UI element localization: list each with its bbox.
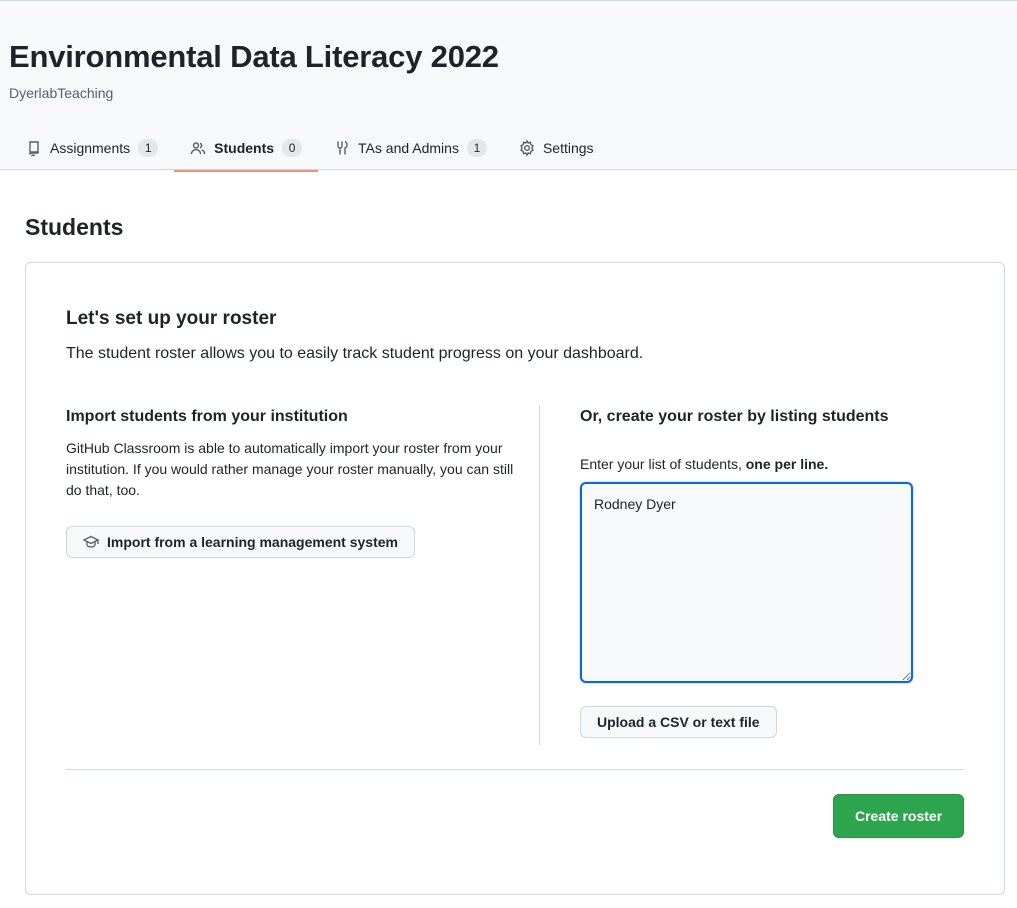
panel-footer-divider [66, 769, 964, 770]
import-section: Import students from your institution Gi… [66, 408, 526, 501]
tools-icon [334, 140, 350, 156]
tab-label: TAs and Admins [358, 140, 459, 156]
people-icon [190, 140, 206, 156]
count-badge: 1 [138, 139, 159, 157]
mortarboard-icon [83, 534, 99, 550]
organization-name[interactable]: DyerlabTeaching [9, 85, 113, 101]
tab-label: Settings [542, 140, 594, 156]
roster-description: The student roster allows you to easily … [66, 345, 644, 362]
classroom-tabs: Assignments 1 Students 0 TAs and Admins … [10, 125, 610, 172]
tab-assignments[interactable]: Assignments 1 [10, 125, 174, 171]
import-description: GitHub Classroom is able to automaticall… [66, 440, 514, 498]
tab-students[interactable]: Students 0 [174, 125, 318, 172]
import-lms-label: Import from a learning management system [107, 534, 398, 550]
manual-roster-title: Or, create your roster by listing studen… [580, 408, 889, 425]
students-list-label: Enter your list of students, one per lin… [580, 456, 828, 472]
column-divider [539, 405, 540, 745]
manual-roster-section: Or, create your roster by listing studen… [580, 408, 920, 426]
roster-heading: Let's set up your roster [66, 308, 277, 329]
tab-label: Assignments [50, 140, 131, 156]
tab-tas-and-admins[interactable]: TAs and Admins 1 [318, 125, 503, 171]
count-badge: 0 [282, 139, 303, 157]
tab-label: Students [214, 140, 275, 156]
classroom-header: Environmental Data Literacy 2022 Dyerlab… [0, 0, 1017, 172]
count-badge: 1 [466, 139, 487, 157]
students-list-label-prefix: Enter your list of students, [580, 456, 742, 472]
student-list-textarea[interactable] [580, 482, 913, 683]
students-list-label-emphasis: one per line. [745, 456, 829, 472]
roster-setup-panel: Let's set up your roster The student ros… [25, 262, 1005, 895]
gear-icon [519, 140, 535, 156]
upload-csv-button[interactable]: Upload a CSV or text file [580, 706, 777, 738]
book-icon [26, 140, 42, 156]
tab-settings[interactable]: Settings [503, 125, 610, 171]
section-title: Students [25, 214, 124, 240]
import-lms-button[interactable]: Import from a learning management system [66, 526, 415, 558]
page-title: Environmental Data Literacy 2022 [9, 39, 499, 74]
create-roster-button[interactable]: Create roster [833, 794, 965, 838]
import-title: Import students from your institution [66, 408, 348, 425]
